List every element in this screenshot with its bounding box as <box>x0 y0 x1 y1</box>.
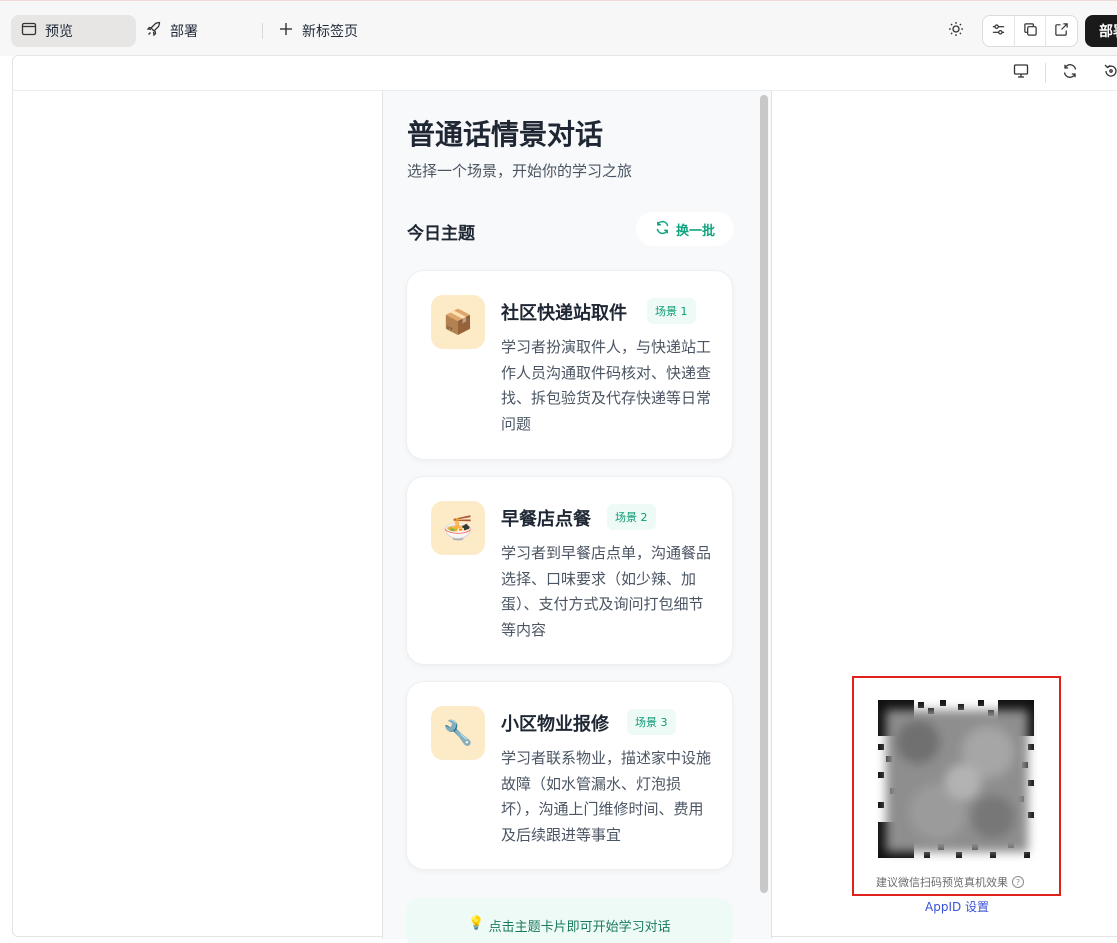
new-tab-button[interactable]: 新标签页 <box>268 15 368 47</box>
wrench-icon: 🔧 <box>431 706 485 760</box>
toolbar-button-group <box>982 15 1078 47</box>
top-bar: 预览 部署 新标签页 部 <box>0 0 1117 56</box>
hint-text: 点击主题卡片即可开始学习对话 <box>488 920 671 935</box>
refresh-topics-button[interactable]: 换一批 <box>636 212 734 246</box>
theme-toggle-button[interactable] <box>941 16 971 46</box>
refresh-icon <box>1062 63 1078 83</box>
preview-toolbar <box>12 56 1117 91</box>
qr-code-image <box>868 692 1044 868</box>
monitor-icon <box>1013 63 1029 83</box>
deploy-button[interactable]: 部署 <box>1085 15 1117 47</box>
appid-settings-link[interactable]: AppID 设置 <box>925 898 989 915</box>
package-icon: 📦 <box>431 295 485 349</box>
window-icon <box>21 21 37 41</box>
rotate-button[interactable] <box>1096 58 1117 88</box>
tab-deploy[interactable]: 部署 <box>136 15 208 47</box>
preview-scrollbar[interactable] <box>760 95 768 893</box>
lightbulb-icon: 💡 <box>468 916 485 931</box>
qr-caption: 建议微信扫码预览真机效果 ? <box>876 874 1024 890</box>
card-description: 学习者扮演取件人，与快递站工作人员沟通取件码核对、快递查找、拆包验货及代存快递等… <box>501 338 712 433</box>
tab-divider <box>262 23 263 39</box>
tab-deploy-label: 部署 <box>170 24 198 40</box>
rotate-icon <box>1103 63 1117 83</box>
hint-banner: 💡 点击主题卡片即可开始学习对话 <box>406 898 733 943</box>
help-icon[interactable]: ? <box>1012 876 1024 888</box>
device-preview-button[interactable] <box>1006 58 1036 88</box>
sun-icon <box>948 21 964 41</box>
refresh-icon <box>655 220 670 239</box>
topic-card-2[interactable]: 🍜 早餐店点餐 场景 2 学习者到早餐店点单，沟通餐品选择、口味要求（如少辣、加… <box>406 476 733 665</box>
scene-badge: 场景 1 <box>647 298 696 324</box>
rocket-icon <box>146 21 162 41</box>
reload-button[interactable] <box>1055 58 1085 88</box>
scene-badge: 场景 2 <box>607 504 656 530</box>
topic-card-1[interactable]: 📦 社区快递站取件 场景 1 学习者扮演取件人，与快递站工作人员沟通取件码核对、… <box>406 270 733 460</box>
settings-button[interactable] <box>983 16 1015 46</box>
plus-icon <box>278 21 294 41</box>
card-title: 早餐店点餐 <box>501 509 591 530</box>
tab-preview-label: 预览 <box>45 24 73 40</box>
card-title: 小区物业报修 <box>501 714 609 735</box>
external-link-icon <box>1054 22 1069 41</box>
noodle-bowl-icon: 🍜 <box>431 501 485 555</box>
sliders-icon <box>991 22 1006 41</box>
qr-caption-text: 建议微信扫码预览真机效果 <box>876 876 1008 889</box>
section-title: 今日主题 <box>407 224 475 244</box>
card-description: 学习者到早餐店点单，沟通餐品选择、口味要求（如少辣、加蛋）、支付方式及询问打包细… <box>501 544 712 639</box>
page-subtitle: 选择一个场景，开始你的学习之旅 <box>407 162 633 180</box>
new-tab-label: 新标签页 <box>302 24 358 40</box>
open-external-button[interactable] <box>1046 16 1077 46</box>
toolbar-divider <box>1045 63 1046 83</box>
card-title: 社区快递站取件 <box>501 303 627 324</box>
copy-icon <box>1023 22 1038 41</box>
page-title: 普通话情景对话 <box>407 118 604 151</box>
scene-badge: 场景 3 <box>627 709 676 735</box>
tab-preview[interactable]: 预览 <box>11 15 136 47</box>
refresh-label: 换一批 <box>675 223 715 239</box>
topic-card-3[interactable]: 🔧 小区物业报修 场景 3 学习者联系物业，描述家中设施故障（如水管漏水、灯泡损… <box>406 681 733 870</box>
copy-button[interactable] <box>1015 16 1047 46</box>
card-description: 学习者联系物业，描述家中设施故障（如水管漏水、灯泡损坏），沟通上门维修时间、费用… <box>501 749 712 844</box>
